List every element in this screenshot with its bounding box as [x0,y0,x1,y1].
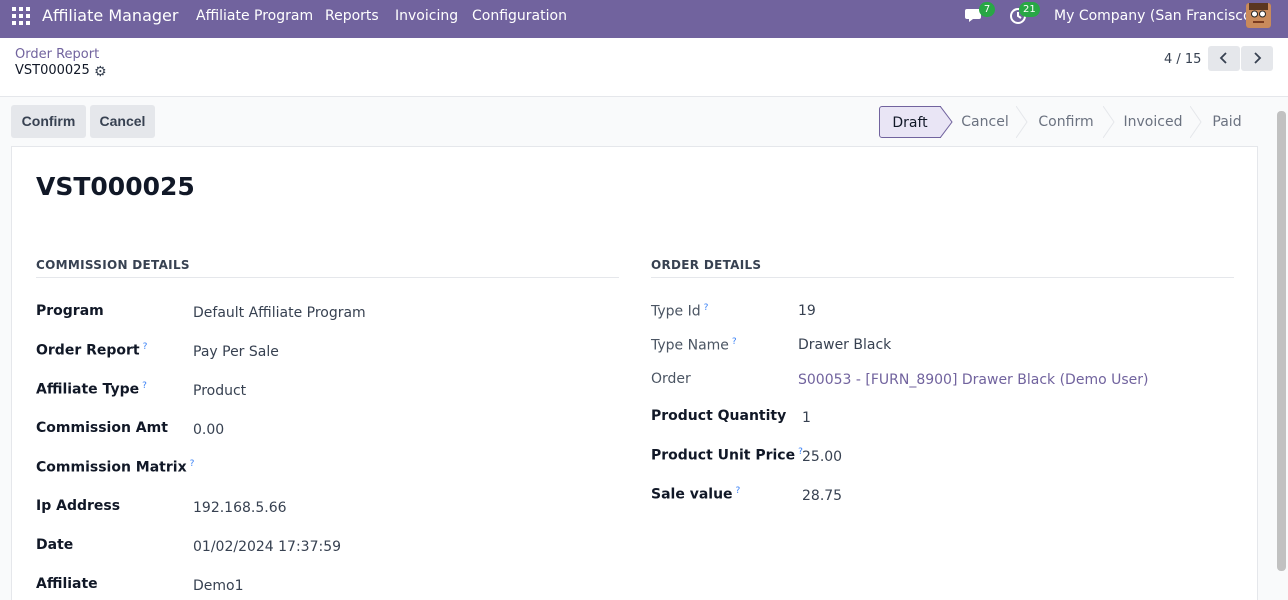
breadcrumb-current: VST000025 [15,63,90,78]
gear-icon[interactable]: ⚙ [94,64,107,80]
product-quantity-value[interactable]: 1 [802,410,811,426]
record-title: VST000025 [36,172,195,201]
stage-separator-icon [1016,106,1028,138]
pager-next-button[interactable] [1241,46,1273,71]
stage-separator-icon [1103,106,1115,138]
app-brand[interactable]: Affiliate Manager [42,6,178,25]
help-icon[interactable]: ? [143,342,148,352]
cancel-button[interactable]: Cancel [90,105,155,138]
ip-address-value[interactable]: 192.168.5.66 [193,500,287,516]
control-panel: Order Report VST000025 ⚙ 4 / 15 [0,38,1288,97]
stage-invoiced[interactable]: Invoiced [1117,106,1189,138]
stage-confirm[interactable]: Confirm [1030,106,1102,138]
type-name-value: Drawer Black [798,337,892,353]
date-label: Date [36,537,74,553]
chevron-right-icon [1254,52,1262,64]
help-icon[interactable]: ? [190,459,195,469]
type-id-label: Type Id? [651,303,709,320]
stage-draft[interactable]: Draft [879,106,941,138]
sale-value-value[interactable]: 28.75 [802,488,842,504]
pager-previous-button[interactable] [1208,46,1240,71]
order-link[interactable]: S00053 - [FURN_8900] Drawer Black (Demo … [798,372,1148,388]
user-avatar[interactable] [1246,3,1271,28]
order-label: Order [651,371,691,387]
vertical-scrollbar[interactable] [1277,111,1286,571]
menu-invoicing[interactable]: Invoicing [395,8,458,24]
commission-divider [36,277,619,278]
commission-amt-label: Commission Amt [36,420,168,436]
stage-separator-icon [1190,106,1202,138]
product-unit-price-label: Product Unit Price? [651,447,803,464]
type-name-label: Type Name? [651,337,737,354]
sale-value-label: Sale value? [651,486,741,503]
type-id-value: 19 [798,303,816,319]
menu-affiliate-program[interactable]: Affiliate Program [196,8,313,24]
affiliate-value[interactable]: Demo1 [193,578,244,594]
product-unit-price-value[interactable]: 25.00 [802,449,842,465]
date-value[interactable]: 01/02/2024 17:37:59 [193,539,341,555]
order-divider [651,277,1234,278]
menu-reports[interactable]: Reports [325,8,379,24]
top-navbar: Affiliate Manager Affiliate Program Repo… [0,0,1288,38]
menu-configuration[interactable]: Configuration [472,8,567,24]
stage-paid[interactable]: Paid [1203,106,1251,138]
order-report-value[interactable]: Pay Per Sale [193,344,279,360]
stage-cancel[interactable]: Cancel [955,106,1015,138]
affiliate-label: Affiliate [36,576,98,592]
affiliate-type-label: Affiliate Type? [36,381,147,398]
ip-address-label: Ip Address [36,498,121,514]
apps-menu-icon[interactable] [12,7,30,25]
company-switcher[interactable]: My Company (San Francisco) [1054,8,1257,24]
help-icon[interactable]: ? [736,486,741,496]
breadcrumb-parent[interactable]: Order Report [15,47,99,62]
confirm-button[interactable]: Confirm [11,105,86,138]
chevron-left-icon [1219,52,1227,64]
help-icon[interactable]: ? [732,337,737,347]
program-value[interactable]: Default Affiliate Program [193,305,366,321]
program-label: Program [36,303,104,319]
activities-badge: 21 [1019,2,1040,17]
order-details-heading: ORDER DETAILS [651,258,762,272]
pager-value[interactable]: 4 / 15 [1164,52,1201,67]
product-quantity-label: Product Quantity [651,408,787,424]
messages-badge: 7 [979,2,995,17]
order-report-label: Order Report? [36,342,148,359]
help-icon[interactable]: ? [142,381,147,391]
help-icon[interactable]: ? [704,303,709,313]
commission-details-heading: COMMISSION DETAILS [36,258,190,272]
stage-arrow-icon [940,106,953,138]
commission-matrix-label: Commission Matrix? [36,459,195,476]
affiliate-type-value[interactable]: Product [193,383,246,399]
commission-amt-value[interactable]: 0.00 [193,422,224,438]
